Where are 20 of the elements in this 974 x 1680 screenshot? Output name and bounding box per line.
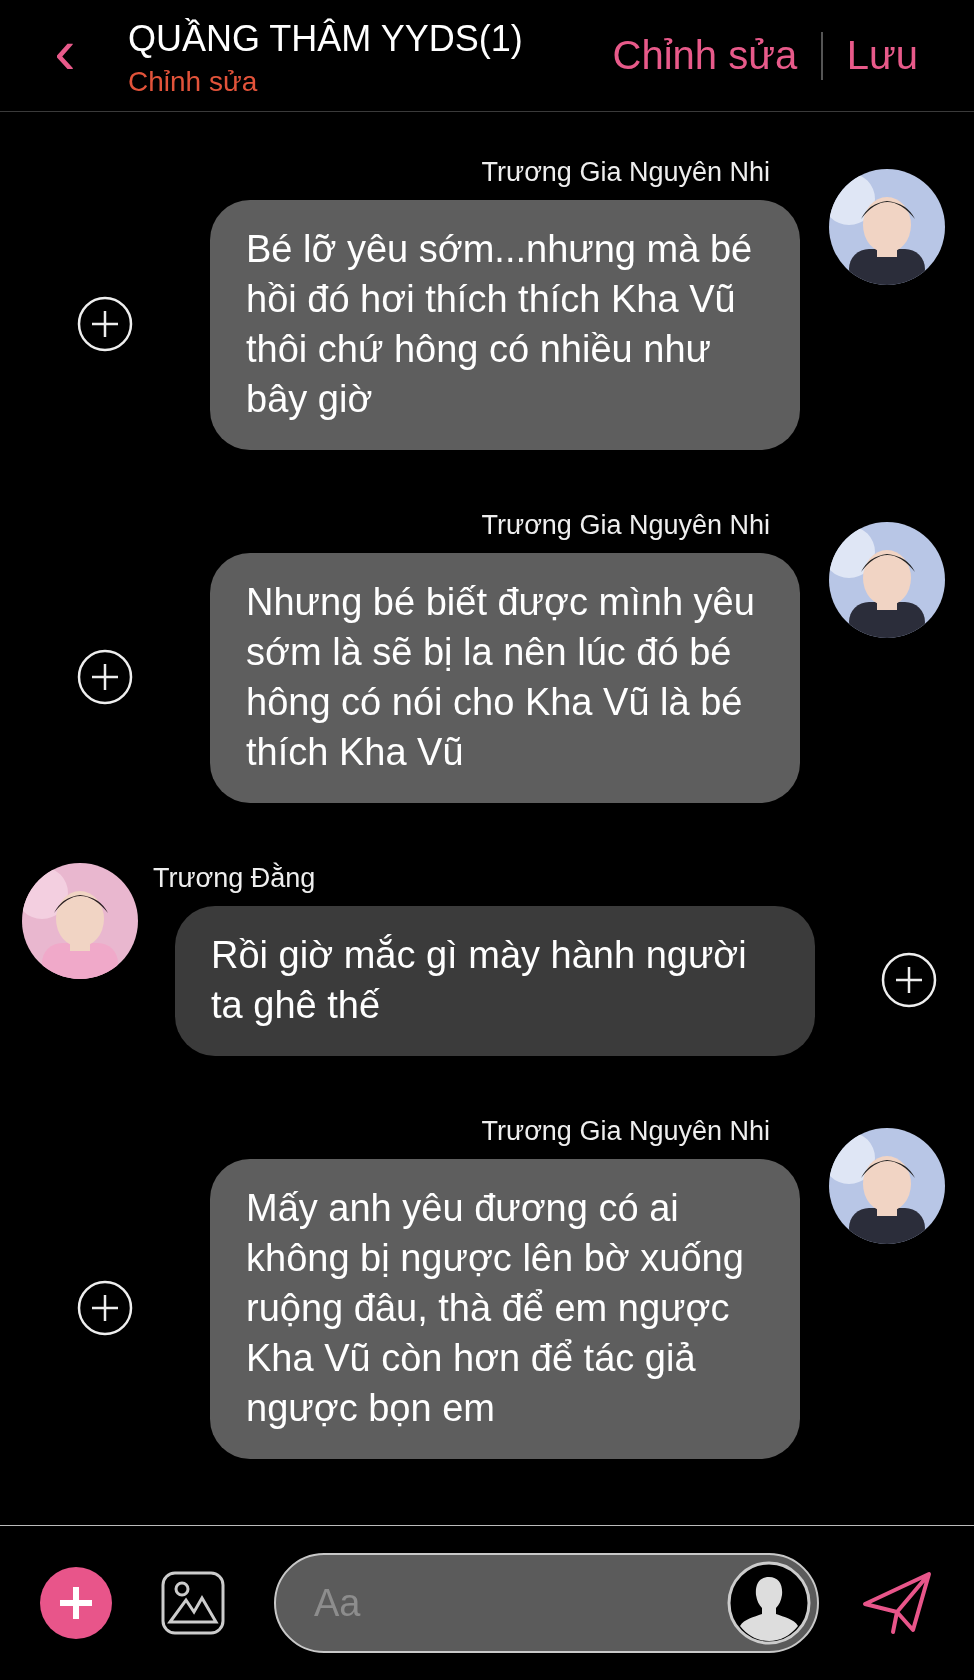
save-button[interactable]: Lưu [822,33,942,78]
message-bubble: Nhưng bé biết được mình yêu sớm là sẽ bị la nên lúc đó bé hông có nói cho Kha Vũ là bé thích Kha Vũ [210,553,800,803]
add-circle-icon[interactable] [881,951,937,1008]
edit-button[interactable]: Chỉnh sửa [588,33,822,78]
chat-title: QUẦNG THÂM YYDS(1) [128,17,523,60]
send-icon[interactable] [861,1570,933,1636]
sender-name: Trương Gia Nguyên Nhi [481,510,770,541]
back-button[interactable]: ‹ [40,18,90,93]
edit-subtitle[interactable]: Chỉnh sửa [128,65,523,98]
message-bubble: Rồi giờ mắc gì mày hành người ta ghê thế [175,906,815,1056]
add-circle-icon[interactable] [77,1279,133,1336]
sender-name: Trương Đằng [153,863,316,894]
image-icon[interactable] [160,1570,226,1636]
sender-name: Trương Gia Nguyên Nhi [481,1116,770,1147]
add-circle-icon[interactable] [77,648,133,705]
message-bubble: Bé lỡ yêu sớm...nhưng mà bé hồi đó hơi thích thích Kha Vũ thôi chứ hông có nhiều như bây giờ [210,200,800,450]
sender-name: Trương Gia Nguyên Nhi [481,157,770,188]
user-avatar-icon[interactable] [727,1561,811,1645]
add-circle-icon[interactable] [77,295,133,352]
message-bubble: Mấy anh yêu đương có ai không bị ngược lên bờ xuống ruộng đâu, thà để em ngược Kha Vũ còn hơn để tác giả ngược bọn em [210,1159,800,1459]
